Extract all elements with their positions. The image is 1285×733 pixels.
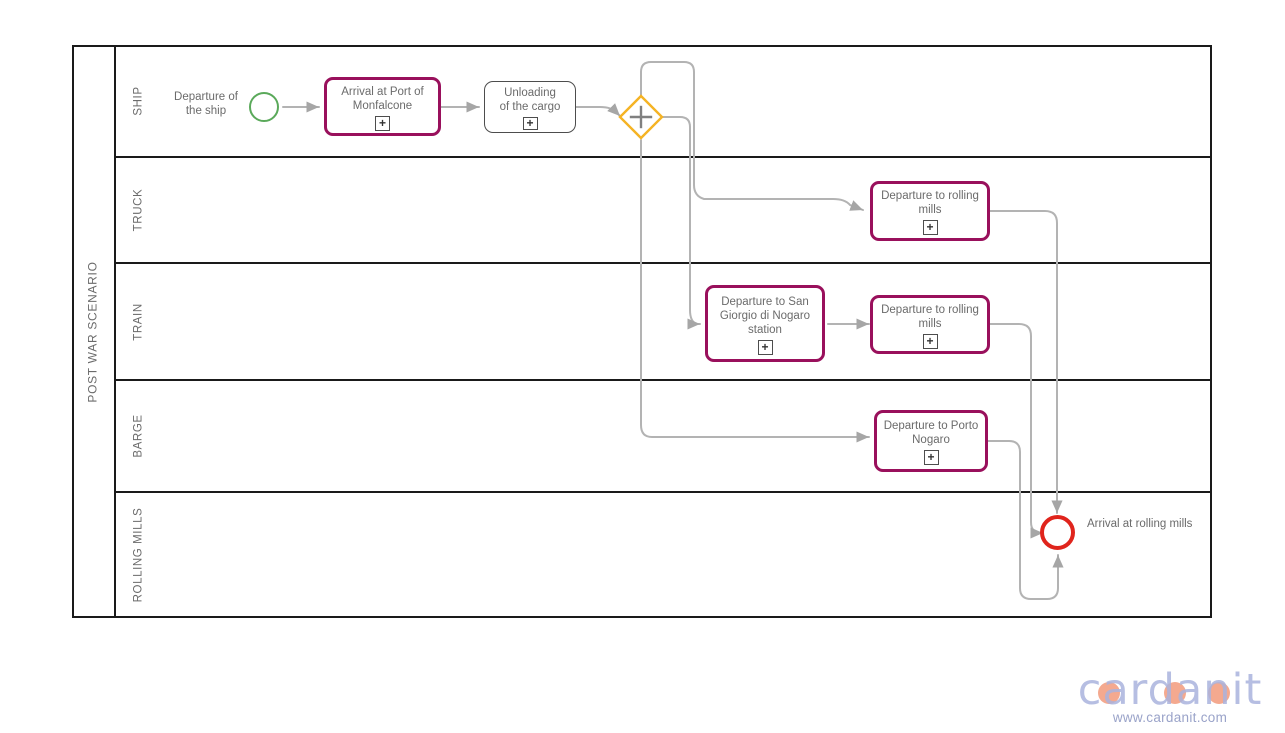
task-arrival-at-port-of-monfalcone[interactable]: Arrival at Port of Monfalcone [324, 77, 441, 136]
flow-train2-to-end [989, 323, 1044, 539]
svg-text:cardanit: cardanit [1078, 665, 1263, 712]
task-label: Departure to rolling mills [881, 303, 979, 330]
task-label: Departure to Porto Nogaro [883, 420, 979, 446]
subprocess-marker-icon[interactable] [922, 333, 938, 349]
subprocess-marker-icon[interactable] [522, 117, 538, 130]
task-unloading-of-the-cargo[interactable]: Unloading of the cargo [484, 81, 576, 133]
subprocess-marker-icon[interactable] [757, 339, 773, 355]
flow-truck-to-end [989, 210, 1063, 514]
subprocess-marker-icon[interactable] [922, 220, 938, 235]
end-event-label: Arrival at rolling mills [1087, 518, 1193, 530]
start-event-label: Departure of the ship [174, 91, 238, 117]
brand-watermark: cardanit www.cardanit.com [1070, 660, 1270, 725]
task-departure-to-rolling-mills-truck[interactable]: Departure to rolling mills [870, 181, 990, 241]
subprocess-marker-icon[interactable] [923, 450, 939, 465]
end-event-arrival-at-rolling-mills[interactable] [1040, 515, 1075, 550]
brand-name: cardanit [1070, 660, 1270, 712]
diagram-canvas: POST WAR SCENARIO SHIP TRUCK TRAIN BARGE… [0, 0, 1285, 733]
cardanit-logo-icon: cardanit [1078, 665, 1263, 712]
task-label: Departure to rolling mills [881, 190, 979, 216]
flow-unloading-to-gateway [575, 103, 621, 117]
task-label: Arrival at Port of Monfalcone [341, 85, 424, 112]
task-departure-to-porto-nogaro[interactable]: Departure to Porto Nogaro [874, 410, 988, 472]
subprocess-marker-icon[interactable] [375, 115, 390, 131]
start-event-departure-of-the-ship[interactable] [249, 92, 279, 122]
task-label: Departure to San Giorgio di Nogaro stati… [719, 295, 811, 336]
brand-url: www.cardanit.com [1112, 710, 1228, 725]
task-departure-to-san-giorgio-di-nogaro-station[interactable]: Departure to San Giorgio di Nogaro stati… [705, 285, 825, 362]
task-departure-to-rolling-mills-train[interactable]: Departure to rolling mills [870, 295, 990, 354]
task-label: Unloading of the cargo [499, 87, 561, 113]
gateway-parallel-split[interactable] [618, 94, 664, 140]
flow-gateway-to-truck [640, 61, 864, 211]
